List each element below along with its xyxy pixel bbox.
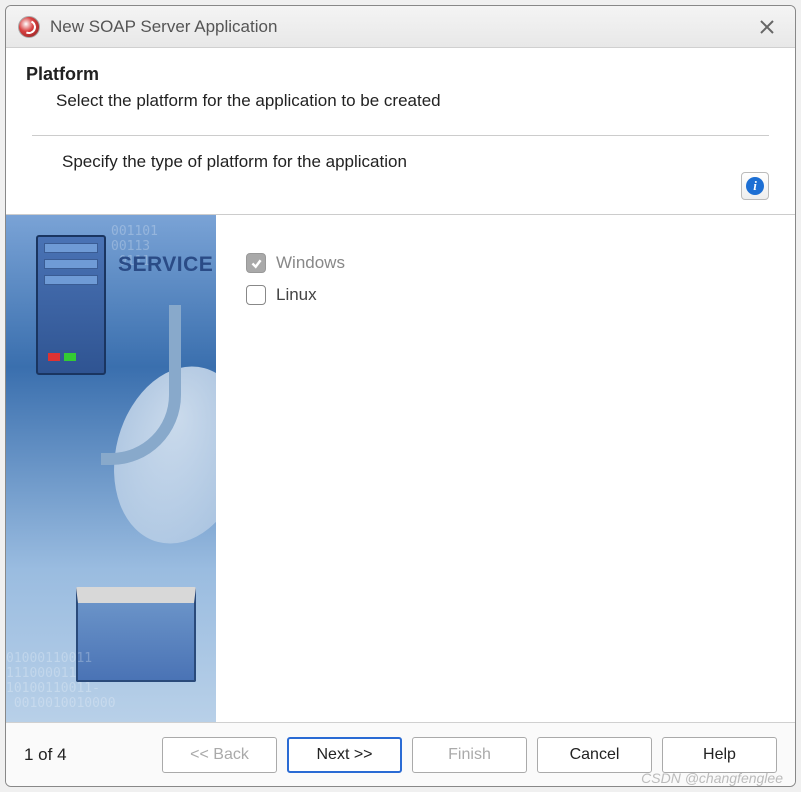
wizard-window: New SOAP Server Application Platform Sel… (5, 5, 796, 787)
help-button[interactable]: Help (662, 737, 777, 773)
checkbox-linux-box[interactable] (246, 285, 266, 305)
window-title: New SOAP Server Application (50, 17, 277, 37)
page-description: Select the platform for the application … (56, 91, 775, 111)
service-label: SERVICE (118, 253, 213, 277)
next-button[interactable]: Next >> (287, 737, 402, 773)
step-indicator: 1 of 4 (24, 745, 67, 765)
titlebar: New SOAP Server Application (6, 6, 795, 48)
server-graphic (36, 235, 106, 375)
checkbox-linux[interactable]: Linux (246, 285, 765, 305)
checkbox-windows: Windows (246, 253, 765, 273)
wizard-content: 001101 00113 0111 SERVICE 01000110011 11… (6, 215, 795, 722)
check-icon (250, 257, 263, 270)
wizard-header: Platform Select the platform for the app… (6, 48, 795, 135)
info-icon: i (746, 177, 764, 195)
page-title: Platform (26, 64, 775, 85)
back-button: << Back (162, 737, 277, 773)
wizard-footer: 1 of 4 << Back Next >> Finish Cancel Hel… (6, 722, 795, 786)
close-button[interactable] (751, 11, 783, 43)
app-icon (18, 16, 40, 38)
close-icon (759, 19, 775, 35)
binary-decoration-bottom: 01000110011 111000011 10100110011- 00100… (6, 652, 116, 712)
wizard-graphic: 001101 00113 0111 SERVICE 01000110011 11… (6, 215, 216, 722)
finish-button: Finish (412, 737, 527, 773)
info-button[interactable]: i (741, 172, 769, 200)
instruction-row: Specify the type of platform for the app… (6, 136, 795, 215)
checkbox-windows-box (246, 253, 266, 273)
platform-options: Windows Linux (216, 215, 795, 722)
checkbox-windows-label: Windows (276, 253, 345, 273)
instruction-text: Specify the type of platform for the app… (62, 152, 741, 172)
checkbox-linux-label: Linux (276, 285, 317, 305)
cancel-button[interactable]: Cancel (537, 737, 652, 773)
